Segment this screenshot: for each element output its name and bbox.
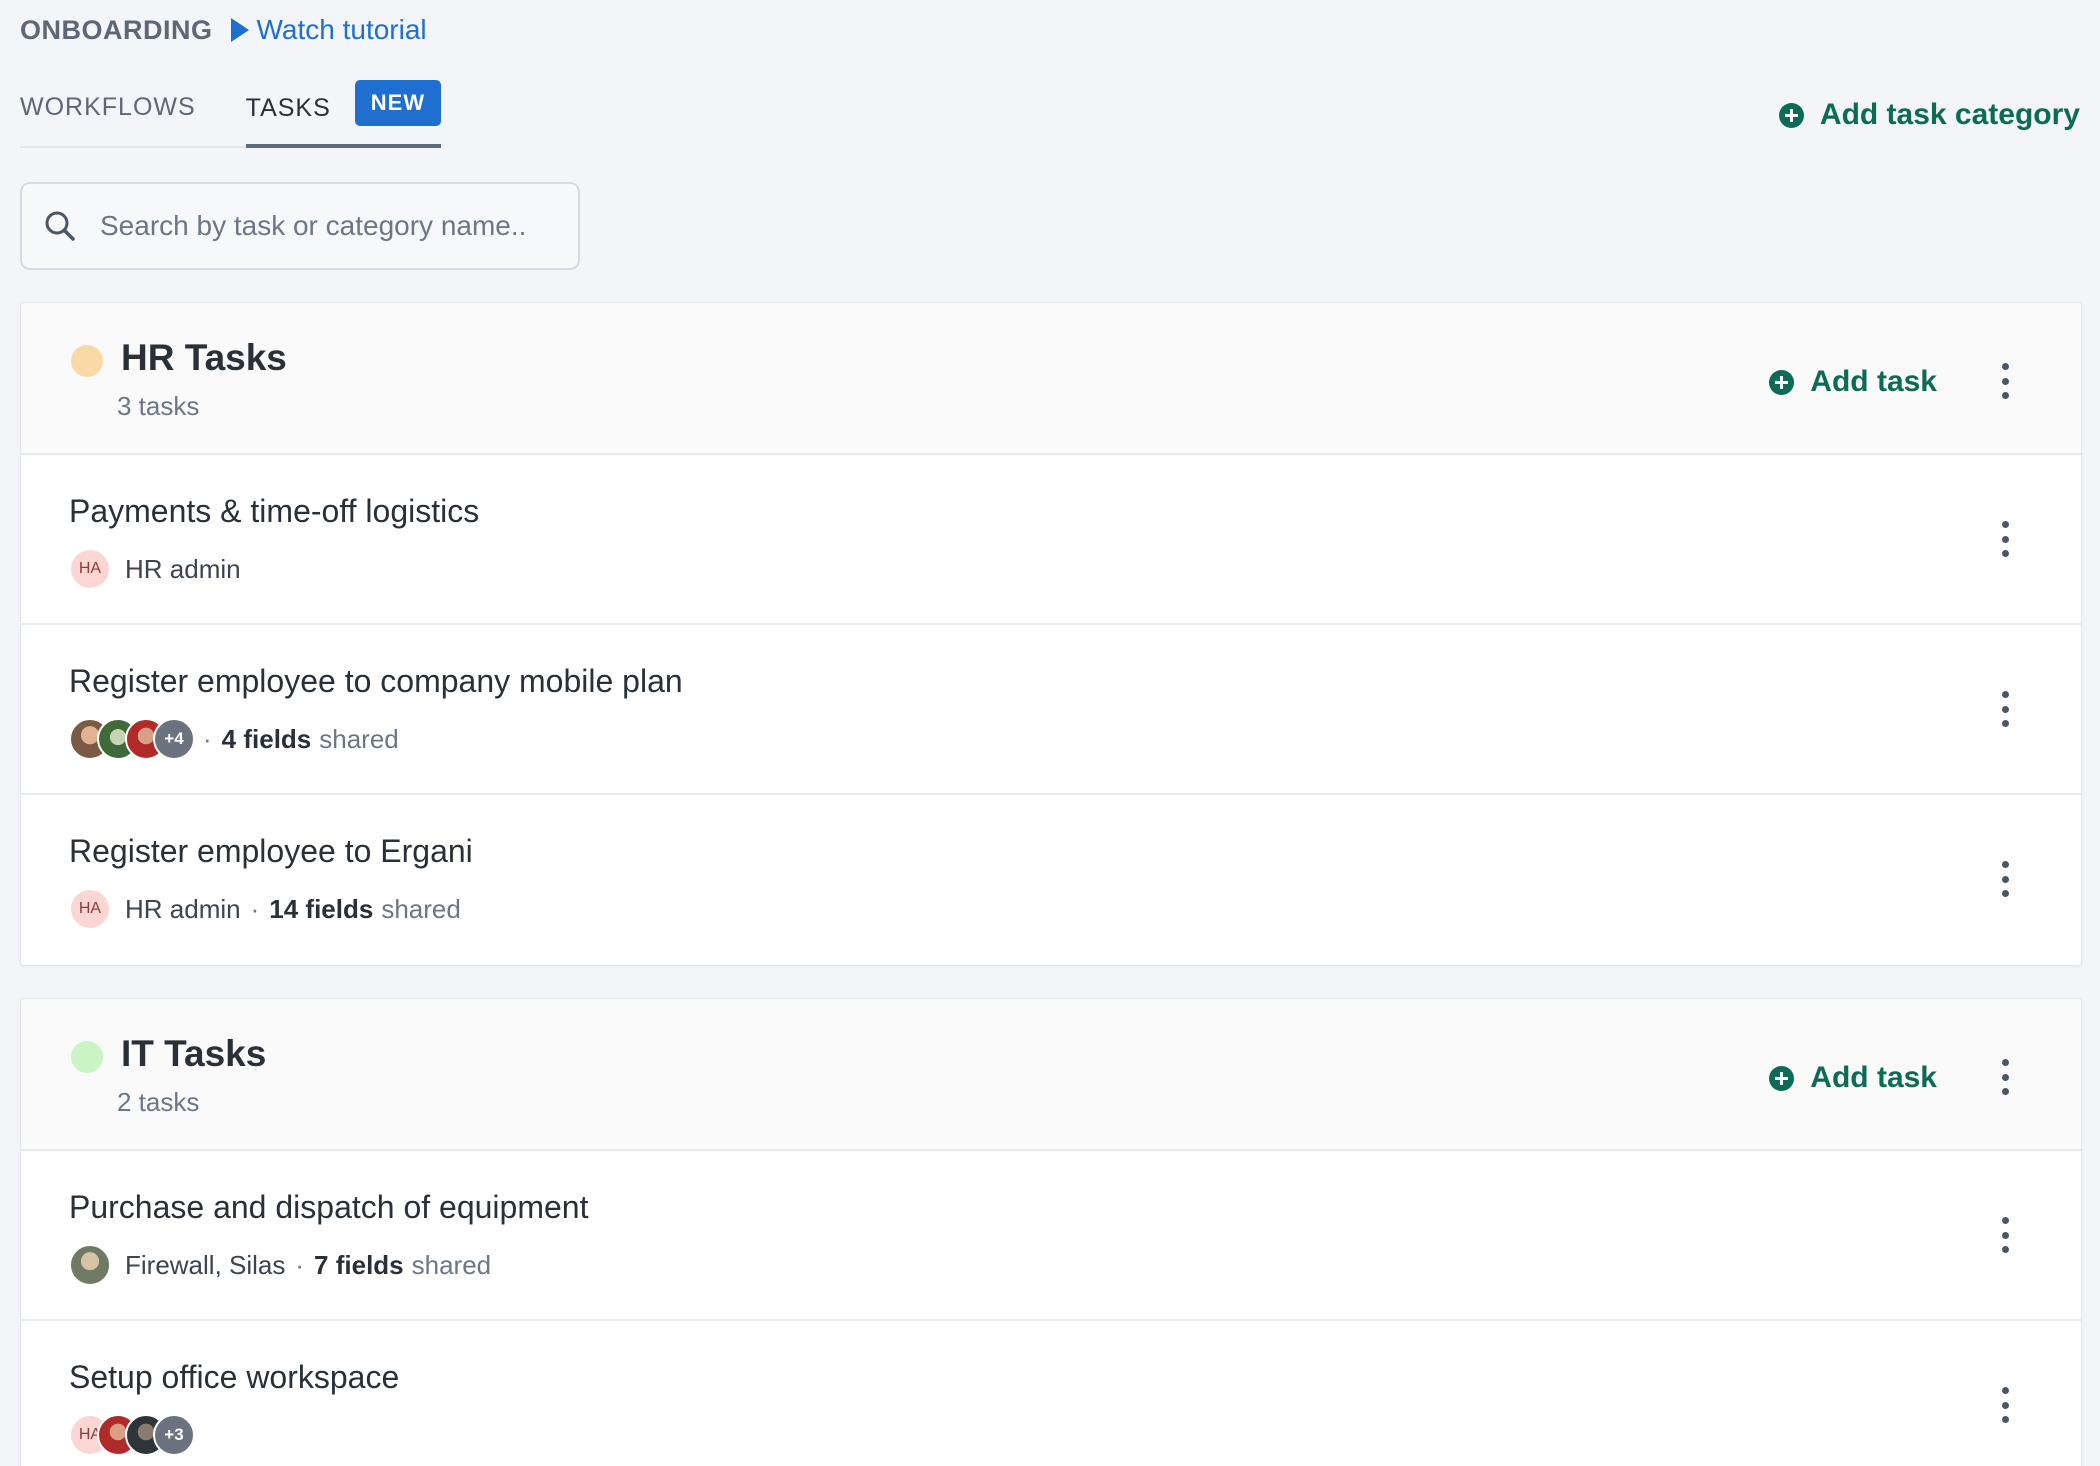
task-row[interactable]: Purchase and dispatch of equipment Firew… — [21, 1151, 2081, 1321]
category-header: HR Tasks 3 tasks Add task — [21, 303, 2081, 455]
category-title: HR Tasks — [121, 337, 287, 378]
shared-label: shared — [319, 723, 399, 754]
task-meta: HA HR admin · 14 fields shared — [69, 887, 461, 931]
category-color-dot — [71, 345, 103, 377]
watch-tutorial-link[interactable]: Watch tutorial — [230, 14, 427, 46]
category-task-count: 2 tasks — [117, 1087, 200, 1117]
tab-bar: WORKFLOWS TASKS NEW — [20, 78, 442, 148]
add-task-button[interactable]: Add task — [1769, 1061, 1937, 1095]
task-meta: Firewall, Silas · 7 fields shared — [69, 1243, 491, 1287]
add-task-category-label: Add task category — [1819, 98, 2080, 131]
task-row[interactable]: Register employee to Ergani HA HR admin … — [21, 795, 2081, 965]
category-card-it: IT Tasks 2 tasks Add task Purchase and d… — [20, 998, 2082, 1466]
avatar — [69, 1244, 111, 1286]
more-options-icon[interactable] — [1999, 521, 2011, 557]
assignee-name: HR admin — [125, 553, 241, 584]
category-card-hr: HR Tasks 3 tasks Add task Payments & tim… — [20, 302, 2082, 966]
more-avatars-count: +4 — [153, 718, 195, 760]
more-options-icon[interactable] — [1999, 691, 2011, 727]
task-title: Register employee to Ergani — [69, 833, 473, 869]
new-badge: NEW — [354, 80, 442, 126]
separator: · — [250, 893, 260, 924]
more-options-icon[interactable] — [1999, 1387, 2011, 1423]
category-header: IT Tasks 2 tasks Add task — [21, 999, 2081, 1151]
assignee-name: HR admin — [125, 893, 241, 924]
play-icon — [230, 18, 249, 42]
avatar-group: +4 — [69, 718, 195, 760]
plus-circle-icon — [1769, 369, 1795, 395]
task-meta: HA HR admin — [69, 547, 241, 591]
fields-count: 4 fields — [221, 723, 312, 754]
search-icon — [45, 211, 75, 241]
category-task-count: 3 tasks — [117, 391, 200, 421]
assignee-name: Firewall, Silas — [125, 1249, 286, 1280]
add-task-button[interactable]: Add task — [1769, 365, 1937, 399]
separator: · — [203, 723, 212, 754]
add-task-label: Add task — [1810, 1061, 1937, 1094]
tab-workflows[interactable]: WORKFLOWS — [20, 93, 196, 146]
category-color-dot — [71, 1041, 103, 1073]
task-row[interactable]: Setup office workspace HA +3 — [21, 1321, 2081, 1466]
page-title: ONBOARDING — [20, 14, 213, 45]
plus-circle-icon — [1778, 102, 1804, 128]
more-options-icon[interactable] — [1999, 861, 2011, 897]
fields-count: 7 fields — [314, 1249, 404, 1280]
task-row[interactable]: Payments & time-off logistics HA HR admi… — [21, 455, 2081, 625]
more-options-icon[interactable] — [1999, 1217, 2011, 1253]
page-header: ONBOARDING Watch tutorial — [20, 12, 427, 48]
add-task-label: Add task — [1810, 365, 1937, 398]
task-meta: HA +3 — [69, 1413, 207, 1457]
task-title: Register employee to company mobile plan — [69, 663, 683, 699]
shared-label: shared — [411, 1249, 492, 1280]
task-title: Purchase and dispatch of equipment — [69, 1189, 589, 1225]
avatar-group: HA +3 — [69, 1414, 195, 1456]
avatar: HA — [69, 888, 111, 930]
task-row[interactable]: Register employee to company mobile plan… — [21, 625, 2081, 795]
task-title: Setup office workspace — [69, 1359, 400, 1395]
plus-circle-icon — [1769, 1065, 1795, 1091]
more-options-icon[interactable] — [1999, 363, 2011, 399]
search-box — [20, 182, 580, 270]
task-title: Payments & time-off logistics — [69, 493, 480, 529]
task-meta: +4 · 4 fields shared — [69, 717, 399, 761]
more-options-icon[interactable] — [1999, 1059, 2011, 1095]
search-input[interactable] — [100, 210, 540, 242]
separator: · — [295, 1249, 305, 1280]
more-avatars-count: +3 — [153, 1414, 195, 1456]
watch-tutorial-label: Watch tutorial — [256, 14, 427, 45]
shared-label: shared — [381, 893, 461, 924]
tab-tasks-label: TASKS — [245, 94, 331, 122]
fields-count: 14 fields — [269, 893, 374, 924]
avatar: HA — [69, 548, 111, 590]
category-title: IT Tasks — [121, 1033, 267, 1074]
tab-tasks[interactable]: TASKS NEW — [245, 80, 442, 148]
add-task-category-button[interactable]: Add task category — [1778, 98, 2080, 132]
